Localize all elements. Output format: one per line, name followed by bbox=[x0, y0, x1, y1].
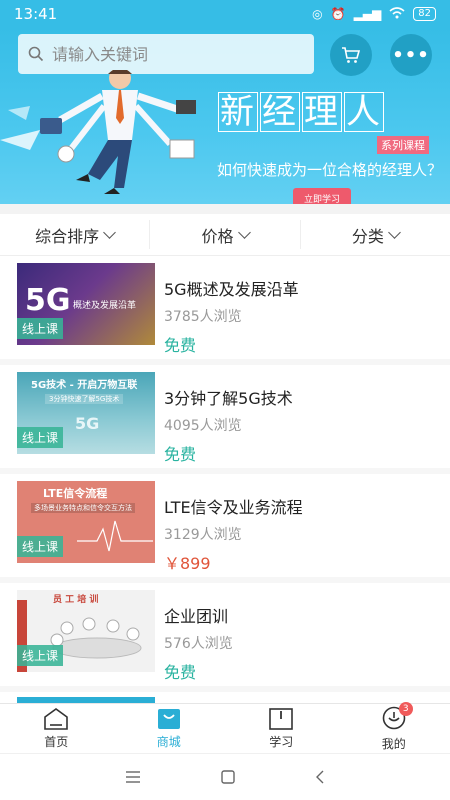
chevron-down-icon bbox=[237, 225, 251, 239]
chevron-down-icon bbox=[103, 225, 117, 239]
course-price: 免费 bbox=[164, 445, 197, 464]
tab-home-label: 首页 bbox=[44, 735, 69, 749]
online-course-tag: 线上课 bbox=[17, 536, 64, 557]
course-title: LTE信令及业务流程 bbox=[164, 498, 303, 517]
sort-category[interactable]: 分类 bbox=[301, 214, 450, 255]
sort-price[interactable]: 价格 bbox=[150, 214, 299, 255]
tab-study[interactable]: 学习 bbox=[225, 704, 338, 753]
status-time: 13:41 bbox=[14, 5, 58, 23]
search-box[interactable] bbox=[18, 34, 314, 74]
back-icon[interactable] bbox=[315, 770, 325, 784]
course-views: 3785人浏览 bbox=[164, 309, 242, 325]
home-square-icon[interactable] bbox=[221, 770, 235, 784]
course-price: 免费 bbox=[164, 663, 197, 682]
signal-icon: ▂▄▆ bbox=[353, 7, 382, 21]
online-course-tag: 线上课 bbox=[17, 645, 64, 666]
cart-icon bbox=[342, 47, 361, 63]
course-views: 3129人浏览 bbox=[164, 527, 242, 543]
tab-study-label: 学习 bbox=[269, 735, 294, 749]
businessman-illustration bbox=[0, 70, 196, 194]
home-icon bbox=[44, 708, 69, 730]
tab-mall-label: 商城 bbox=[156, 735, 181, 749]
sort-price-label: 价格 bbox=[201, 226, 234, 246]
thumb-big-text: 5G bbox=[75, 414, 100, 433]
list-item[interactable]: 员 工 培 训 线上课 企业团训 576人浏览 免费 bbox=[0, 583, 450, 692]
course-price: 免费 bbox=[164, 336, 197, 355]
tab-mine[interactable]: 3 我的 bbox=[338, 701, 450, 753]
list-item[interactable]: 5G 概述及发展沿革 线上课 5G概述及发展沿革 3785人浏览 免费 bbox=[0, 256, 450, 365]
banner-subtitle: 如何快速成为一位合格的经理人？ bbox=[217, 161, 443, 179]
learn-now-button[interactable]: 立即学习 bbox=[293, 188, 351, 204]
course-thumbnail: 5G 概述及发展沿革 线上课 bbox=[17, 263, 155, 345]
tab-mall[interactable]: 商城 bbox=[113, 704, 226, 753]
online-course-tag: 线上课 bbox=[17, 427, 64, 448]
list-item[interactable]: LTE信令流程 多场景业务特点和信令交互方法 线上课 LTE信令及业务流程 31… bbox=[0, 474, 450, 583]
thumb-big-text: 5G bbox=[25, 283, 71, 318]
course-thumbnail: 员 工 培 训 线上课 bbox=[17, 590, 155, 672]
course-title: 3分钟了解5G技术 bbox=[164, 389, 293, 408]
banner-headline: 新经理人 bbox=[218, 92, 384, 132]
bottom-tab-bar: 首页 商城 学习 3 我的 bbox=[0, 701, 450, 753]
thumb-subcaption: 3分钟快速了解5G技术 bbox=[45, 394, 124, 404]
shopping-bag-icon bbox=[157, 709, 180, 729]
more-icon: ••• bbox=[392, 44, 430, 66]
battery-icon: 82 bbox=[413, 7, 436, 21]
book-icon bbox=[269, 708, 294, 730]
notification-badge: 3 bbox=[398, 701, 413, 716]
hotspot-icon: ◎ bbox=[312, 7, 323, 21]
promo-banner[interactable]: ••• 新经理人 系列课程 如何快速成为一位合格的经理人？ 立即学习 bbox=[0, 28, 450, 204]
alarm-icon: ⏰ bbox=[330, 7, 346, 21]
list-item[interactable]: 5G技术 - 开启万物互联 3分钟快速了解5G技术 5G 线上课 3分钟了解5G… bbox=[0, 365, 450, 474]
menu-icon[interactable] bbox=[125, 771, 141, 783]
more-button[interactable]: ••• bbox=[390, 34, 432, 76]
course-price: ￥899 bbox=[164, 554, 211, 573]
thumb-caption: 概述及发展沿革 bbox=[73, 301, 137, 311]
sort-comprehensive-label: 综合排序 bbox=[35, 226, 100, 246]
section-gap bbox=[0, 204, 450, 214]
banner-series-tag: 系列课程 bbox=[377, 136, 429, 154]
course-title: 企业团训 bbox=[164, 607, 229, 626]
course-views: 576人浏览 bbox=[164, 636, 233, 652]
system-nav-bar bbox=[0, 753, 450, 800]
course-views: 4095人浏览 bbox=[164, 418, 242, 434]
cart-button[interactable] bbox=[330, 34, 372, 76]
sort-category-label: 分类 bbox=[351, 226, 384, 246]
sort-bar: 综合排序 价格 分类 bbox=[0, 214, 450, 256]
sort-comprehensive[interactable]: 综合排序 bbox=[0, 214, 149, 255]
tab-home[interactable]: 首页 bbox=[0, 704, 113, 753]
online-course-tag: 线上课 bbox=[17, 318, 64, 339]
status-bar: 13:41 ◎ ⏰ ▂▄▆ 82 bbox=[0, 0, 450, 28]
search-icon bbox=[28, 46, 44, 62]
course-thumbnail: LTE信令流程 多场景业务特点和信令交互方法 线上课 bbox=[17, 481, 155, 563]
search-input[interactable] bbox=[52, 44, 292, 64]
thumb-caption: 5G技术 - 开启万物互联 bbox=[31, 380, 138, 391]
chevron-down-icon bbox=[387, 225, 401, 239]
course-title: 5G概述及发展沿革 bbox=[164, 280, 299, 299]
tab-mine-label: 我的 bbox=[381, 736, 406, 751]
course-thumbnail: 5G技术 - 开启万物互联 3分钟快速了解5G技术 5G 线上课 bbox=[17, 372, 155, 454]
wifi-icon bbox=[389, 6, 405, 22]
course-list: 5G 概述及发展沿革 线上课 5G概述及发展沿革 3785人浏览 免费 5G技术… bbox=[0, 256, 450, 692]
